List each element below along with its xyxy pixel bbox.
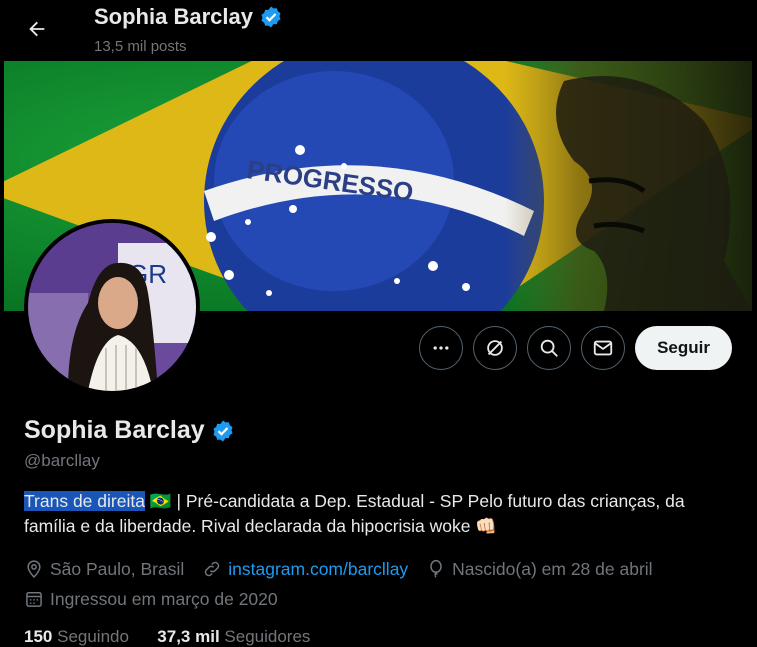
follow-button[interactable]: Seguir [635, 326, 732, 370]
following-label: Seguindo [57, 627, 129, 646]
message-button[interactable] [581, 326, 626, 370]
follow-counts: 150 Seguindo 37,3 mil Seguidores [24, 627, 310, 647]
profile-actions: Seguir [419, 326, 732, 370]
avatar-image: GR [28, 223, 196, 391]
joined-item: Ingressou em março de 2020 [24, 586, 278, 612]
verified-badge-icon[interactable] [211, 419, 235, 443]
followers-label: Seguidores [224, 627, 311, 646]
followers-count: 37,3 mil [157, 627, 220, 646]
search-icon [540, 339, 558, 357]
profile-bio: Trans de direita 🇧🇷 | Pré-candidata a De… [24, 489, 734, 539]
bio-highlighted-text: Trans de direita [24, 491, 145, 511]
grok-icon [487, 340, 503, 356]
more-button[interactable] [419, 326, 464, 370]
more-horizontal-icon [433, 346, 449, 350]
birthday-text: Nascido(a) em 28 de abril [452, 559, 653, 579]
header-post-count: 13,5 mil posts [94, 38, 187, 55]
profile-handle: @barcllay [24, 451, 100, 470]
profile-meta: São Paulo, Brasil instagram.com/barcllay… [24, 556, 744, 616]
header-name: Sophia Barclay [94, 4, 283, 30]
verified-badge-icon [261, 6, 281, 28]
birthday-item: Nascido(a) em 28 de abril [426, 556, 653, 582]
followers-link[interactable]: 37,3 mil Seguidores [157, 627, 310, 646]
header-name-text: Sophia Barclay [94, 4, 253, 29]
profile-name: Sophia Barclay [24, 416, 235, 445]
grok-button[interactable] [473, 326, 518, 370]
arrow-left-icon [29, 21, 45, 37]
fist-emoji: 👊🏻 [475, 516, 498, 536]
profile-avatar[interactable]: GR [24, 219, 200, 395]
joined-text: Ingressou em março de 2020 [50, 589, 278, 609]
search-button[interactable] [527, 326, 572, 370]
location-pin-icon [27, 560, 41, 578]
following-count: 150 [24, 627, 53, 646]
location-text: São Paulo, Brasil [50, 559, 185, 579]
following-link[interactable]: 150 Seguindo [24, 627, 129, 646]
top-bar: Sophia Barclay 13,5 mil posts [0, 0, 757, 60]
website-link[interactable]: instagram.com/barcllay [228, 556, 408, 582]
location-item: São Paulo, Brasil [24, 556, 184, 582]
brazil-flag-emoji: 🇧🇷 [149, 491, 172, 511]
profile-name-text: Sophia Barclay [24, 416, 205, 444]
link-icon [205, 561, 220, 577]
calendar-icon [26, 592, 42, 607]
back-button[interactable] [20, 12, 54, 46]
website-item[interactable]: instagram.com/barcllay [202, 556, 408, 582]
envelope-icon [593, 340, 613, 356]
balloon-icon [430, 559, 442, 578]
